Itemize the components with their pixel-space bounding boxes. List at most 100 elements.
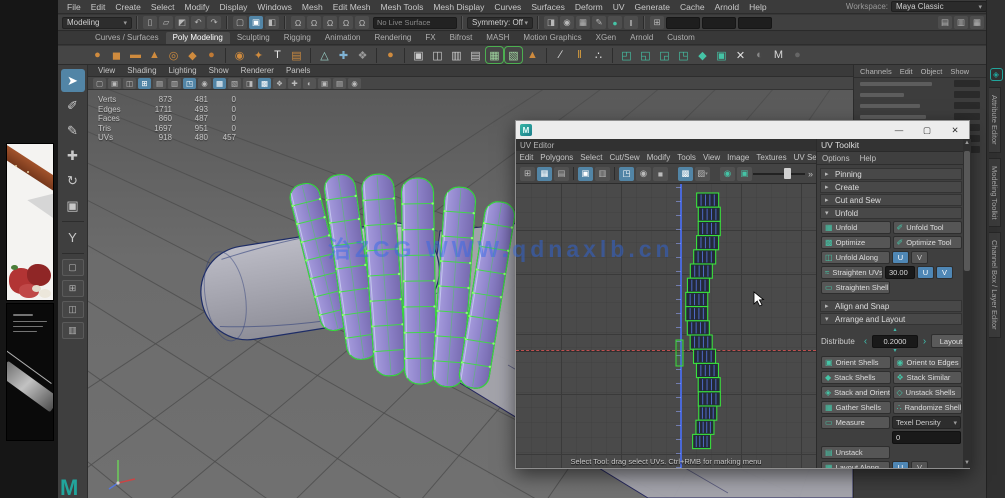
menu-uv[interactable]: UV — [608, 0, 630, 14]
svg-tool-icon[interactable]: ▤ — [288, 47, 305, 63]
shelf-tab-custom[interactable]: Custom — [660, 32, 702, 44]
straighten-angle-field[interactable]: 30.00 — [885, 266, 915, 279]
extrude-face-icon[interactable]: ◲ — [656, 47, 673, 63]
u-toggle-button[interactable]: U — [892, 251, 909, 264]
menu-deform[interactable]: Deform — [570, 0, 608, 14]
menu-modify[interactable]: Modify — [180, 0, 215, 14]
menu-edit[interactable]: Edit — [86, 0, 111, 14]
menu-edit-mesh[interactable]: Edit Mesh — [328, 0, 376, 14]
bridge-icon[interactable]: ◱ — [637, 47, 654, 63]
toolkit-menu-options[interactable]: Options — [817, 154, 855, 163]
shelf-tab-fx[interactable]: FX — [418, 32, 442, 44]
channel-box-menu-object[interactable]: Object — [917, 67, 947, 76]
vp-lock-icon[interactable]: ▣ — [108, 77, 121, 89]
channel-box-row[interactable] — [854, 100, 986, 111]
toolkit-menu-help[interactable]: Help — [855, 154, 881, 163]
vp-gate-icon[interactable]: ✚ — [288, 77, 301, 89]
divider[interactable] — [226, 16, 228, 29]
checker-map-icon[interactable]: ◳ — [619, 166, 634, 181]
quick-input-icon[interactable]: ⊞ — [650, 16, 664, 29]
vp-wireframe-icon[interactable]: ◉ — [198, 77, 211, 89]
rotate-tool[interactable]: ↻ — [61, 169, 85, 192]
vp-hud-icon[interactable]: ▤ — [333, 77, 346, 89]
smooth-icon[interactable]: ▦ — [486, 47, 503, 63]
sculpt-sphere-icon[interactable]: ● — [382, 47, 399, 63]
shelf-tab-poly-modeling[interactable]: Poly Modeling — [165, 32, 230, 44]
tab-modeling-toolkit[interactable]: Modeling Toolkit — [989, 157, 1001, 228]
minimize-button[interactable]: — — [885, 121, 913, 139]
toolkit-button-unstack[interactable]: ▤ Unstack — [821, 446, 890, 459]
menu-file[interactable]: File — [62, 0, 86, 14]
move-tool[interactable]: ✚ — [61, 144, 85, 167]
free-image-plane-icon[interactable]: ✚ — [335, 47, 352, 63]
uv-menu-edit[interactable]: Edit — [516, 153, 537, 162]
scale-tool[interactable]: ▣ — [61, 194, 85, 217]
menu-windows[interactable]: Windows — [252, 0, 296, 14]
distribute-value-field[interactable]: 0.2000 — [872, 334, 918, 348]
uv-menu-view[interactable]: View — [699, 153, 723, 162]
channel-box-menu-channels[interactable]: Channels — [856, 67, 896, 76]
scroll-down-icon[interactable]: ▼ — [963, 459, 971, 468]
select-hierarchy-icon[interactable]: ▢ — [233, 16, 247, 29]
toon-shader-icon[interactable]: ● — [608, 16, 622, 29]
menu-generate[interactable]: Generate — [630, 0, 675, 14]
polygon-sphere-icon[interactable]: ● — [89, 47, 106, 63]
toolkit-button-randomize-shells[interactable]: ∴ Randomize Shells — [892, 401, 962, 414]
snap-to-point-icon[interactable]: Ω — [323, 16, 337, 29]
vp-grid-icon[interactable]: ◫ — [123, 77, 136, 89]
platonic-solid-icon[interactable]: ◉ — [231, 47, 248, 63]
panel-menu-renderer[interactable]: Renderer — [235, 66, 280, 75]
toolkit-section-unfold[interactable]: ▾ Unfold — [820, 207, 962, 219]
coord-x-input[interactable] — [666, 16, 700, 29]
shelf-tab-arnold[interactable]: Arnold — [623, 32, 660, 44]
spin-up-icon[interactable]: ▴ — [893, 327, 896, 333]
layout-outliner-persp[interactable]: ▥ — [61, 322, 84, 339]
menu-create[interactable]: Create — [110, 0, 146, 14]
divider[interactable] — [136, 16, 138, 29]
vp-xray-icon[interactable]: ▧ — [228, 77, 241, 89]
render-settings-icon[interactable]: ▦ — [576, 16, 590, 29]
toolkit-button-stack-shells[interactable]: ◆ Stack Shells — [821, 371, 891, 384]
menu-display[interactable]: Display — [215, 0, 253, 14]
poke-face-icon[interactable]: ▣ — [713, 47, 730, 63]
snap-to-curve-icon[interactable]: Ω — [307, 16, 321, 29]
panel-menu-panels[interactable]: Panels — [280, 66, 316, 75]
channel-box-row[interactable] — [854, 89, 986, 100]
polygon-cylinder-icon[interactable]: ▬ — [127, 47, 144, 63]
uv-borders-icon[interactable]: ▥ — [595, 166, 610, 181]
scroll-up-icon[interactable]: ▲ — [963, 139, 971, 148]
shelf-tab-xgen[interactable]: XGen — [589, 32, 623, 44]
menu-mesh-display[interactable]: Mesh Display — [428, 0, 489, 14]
dim-image-slider[interactable] — [753, 167, 805, 181]
paint-effects-icon[interactable]: ✎ — [592, 16, 606, 29]
polygon-torus-icon[interactable]: ◎ — [165, 47, 182, 63]
shade-uvs-icon[interactable]: ◉ — [636, 166, 651, 181]
menu-mesh-tools[interactable]: Mesh Tools — [376, 0, 429, 14]
vp-light-icon[interactable]: ▤ — [153, 77, 166, 89]
vp-shaded-icon[interactable]: ▦ — [213, 77, 226, 89]
texel-density-value-field[interactable]: 0 — [892, 431, 961, 444]
open-scene-icon[interactable]: ▱ — [159, 16, 173, 29]
texel-density-dropdown[interactable]: Texel Density ▾ — [892, 416, 961, 429]
toolkit-section-pinning[interactable]: ▸ Pinning — [820, 168, 962, 180]
boolean-union-icon[interactable]: ▥ — [448, 47, 465, 63]
uv-canvas[interactable]: Select Tool: drag select UVs. Ctrl+RMB f… — [516, 184, 816, 468]
toolkit-button-straighten-shell[interactable]: ▭ Straighten Shell — [821, 281, 890, 294]
select-component-icon[interactable]: ◧ — [265, 16, 279, 29]
menu-arnold[interactable]: Arnold — [710, 0, 745, 14]
coord-z-input[interactable] — [738, 16, 772, 29]
filter-icon[interactable]: ■ — [653, 166, 668, 181]
toolkit-button-orient-shells[interactable]: ▣ Orient Shells — [821, 356, 891, 369]
tab-attribute-editor[interactable]: Attribute Editor — [989, 87, 1001, 153]
target-weld-icon[interactable]: ∴ — [590, 47, 607, 63]
shelf-tab-sculpting[interactable]: Sculpting — [230, 32, 277, 44]
type-tool-icon[interactable]: T — [269, 47, 286, 63]
boolean-difference-icon[interactable]: ▤ — [467, 47, 484, 63]
increment-icon[interactable]: › — [921, 336, 928, 347]
toolkit-button-orient-to-edges[interactable]: ◉ Orient to Edges — [892, 356, 962, 369]
shelf-tab-animation[interactable]: Animation — [318, 32, 368, 44]
v-toggle-button[interactable]: V — [911, 251, 928, 264]
save-scene-icon[interactable]: ◩ — [175, 16, 189, 29]
u-toggle-button[interactable]: U — [917, 266, 934, 279]
uv-menu-cut-sew[interactable]: Cut/Sew — [606, 153, 643, 162]
